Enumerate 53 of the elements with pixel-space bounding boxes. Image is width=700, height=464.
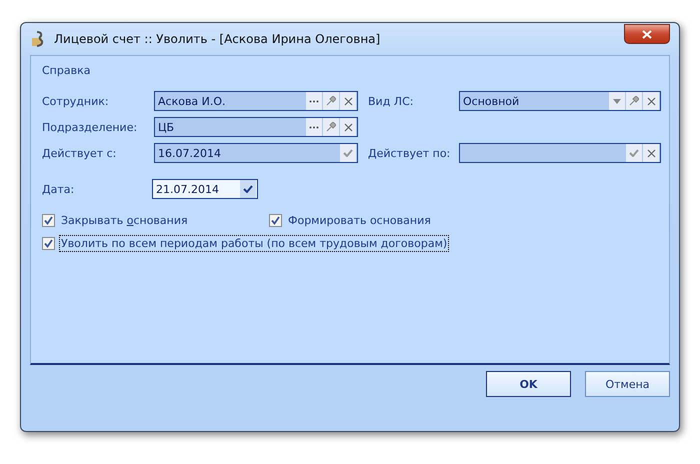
- close-icon: [344, 122, 352, 132]
- lookup-field[interactable]: Аскова И.О.: [154, 91, 358, 111]
- close-icon: [646, 96, 656, 106]
- check-icon: [343, 149, 353, 157]
- checkbox-label: Формировать основания: [287, 213, 432, 228]
- field-label: Действует по:: [368, 146, 452, 160]
- ellipsis-icon: [309, 126, 319, 128]
- dialog-button[interactable]: Отмена: [585, 371, 670, 397]
- field-label: Сотрудник:: [42, 94, 110, 108]
- clear-button[interactable]: [340, 92, 356, 110]
- check-button[interactable]: [240, 180, 256, 198]
- field-label: Дата:: [42, 182, 76, 196]
- checkbox[interactable]: [42, 214, 55, 227]
- close-icon: [344, 96, 352, 106]
- checkbox-label: Закрывать основания: [60, 213, 189, 228]
- pin-icon: [629, 96, 639, 106]
- ellipsis-button[interactable]: [306, 92, 322, 110]
- check-button[interactable]: [626, 144, 642, 162]
- close-button[interactable]: [624, 24, 670, 44]
- ellipsis-icon: [309, 100, 319, 102]
- dialog-button[interactable]: OK: [486, 371, 571, 397]
- check-icon: [44, 239, 53, 248]
- pin-icon: [326, 96, 336, 106]
- check-icon: [44, 216, 53, 225]
- help-menu[interactable]: Справка: [42, 64, 90, 77]
- pin-button[interactable]: [323, 92, 339, 110]
- dropdown-button[interactable]: [609, 92, 625, 110]
- lookup-field[interactable]: ЦБ: [154, 117, 358, 137]
- field-label: Действует с:: [42, 146, 118, 160]
- clear-button[interactable]: [643, 144, 659, 162]
- check-icon: [629, 149, 639, 157]
- lookup-field[interactable]: Основной: [459, 91, 661, 111]
- checkbox-label: Уволить по всем периодам работы (по всем трудовым договорам): [60, 236, 448, 251]
- ellipsis-button[interactable]: [306, 118, 322, 136]
- pin-icon: [326, 122, 336, 132]
- pin-button[interactable]: [323, 118, 339, 136]
- clear-button[interactable]: [340, 118, 356, 136]
- lookup-field[interactable]: 16.07.2014: [154, 143, 358, 163]
- date-field[interactable]: 21.07.2014: [152, 179, 258, 199]
- pin-button[interactable]: [626, 92, 642, 110]
- clear-button[interactable]: [643, 92, 659, 110]
- check-icon: [271, 216, 280, 225]
- check-button[interactable]: [340, 144, 356, 162]
- lookup-field[interactable]: [459, 143, 661, 163]
- window-title: Лицевой счет :: Уволить - [Аскова Ирина Олеговна]: [54, 32, 382, 46]
- checkbox[interactable]: [269, 214, 282, 227]
- close-icon: [642, 30, 652, 38]
- field-label: Подразделение:: [42, 120, 138, 134]
- field-label: Вид ЛС:: [368, 94, 414, 108]
- close-icon: [646, 148, 656, 158]
- check-icon: [243, 185, 253, 193]
- checkbox[interactable]: [42, 237, 55, 250]
- caret-icon: [613, 98, 621, 104]
